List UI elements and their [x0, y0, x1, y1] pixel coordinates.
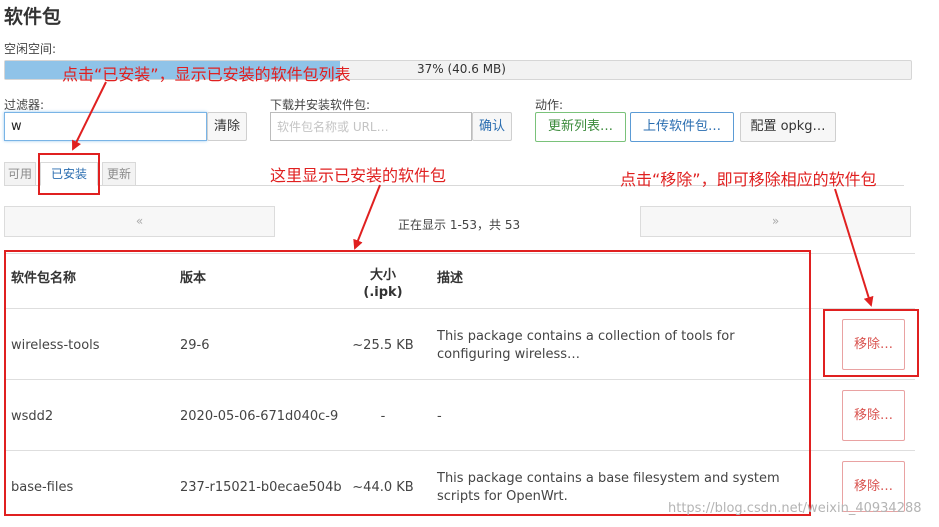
arrow-to-installed-tab	[72, 81, 107, 151]
watermark: https://blog.csdn.net/weixin_40934288	[668, 501, 922, 516]
arrow-to-remove-button	[834, 188, 874, 307]
arrow-to-installed-list	[353, 184, 381, 250]
annotation-arrows	[72, 81, 874, 307]
